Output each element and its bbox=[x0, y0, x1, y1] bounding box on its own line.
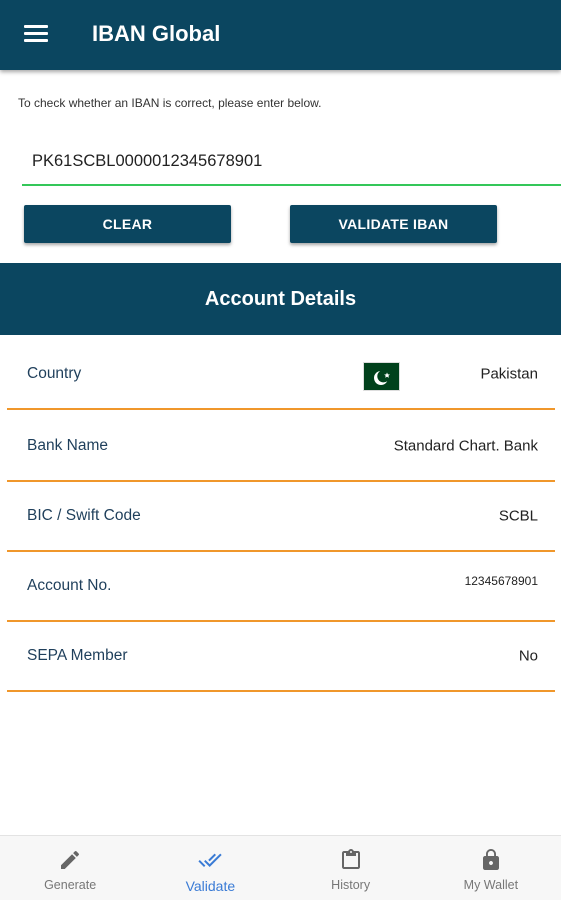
nav-label: My Wallet bbox=[463, 878, 519, 892]
pencil-icon bbox=[61, 850, 80, 869]
hamburger-menu-icon[interactable] bbox=[24, 25, 48, 43]
detail-label: Country bbox=[27, 365, 82, 382]
nav-label: Generate bbox=[44, 878, 97, 892]
detail-row-sepa-member: SEPA Member No bbox=[7, 622, 555, 692]
detail-value: 12345678901 bbox=[464, 574, 538, 588]
iban-input[interactable] bbox=[22, 138, 561, 186]
nav-label: History bbox=[331, 878, 371, 892]
instruction-text: To check whether an IBAN is correct, ple… bbox=[18, 96, 322, 110]
nav-item-validate[interactable]: Validate bbox=[140, 836, 280, 900]
clear-button[interactable]: CLEAR bbox=[24, 205, 231, 243]
validate-iban-button[interactable]: VALIDATE IBAN bbox=[290, 205, 497, 243]
nav-label: Validate bbox=[185, 878, 236, 894]
nav-item-generate[interactable]: Generate bbox=[0, 836, 140, 900]
pakistan-flag-icon bbox=[363, 362, 400, 391]
detail-row-bank-name: Bank Name Standard Chart. Bank bbox=[7, 412, 555, 482]
clipboard-icon bbox=[341, 849, 360, 869]
detail-label: BIC / Swift Code bbox=[27, 507, 141, 524]
detail-value: SCBL bbox=[498, 507, 538, 525]
nav-item-history[interactable]: History bbox=[281, 836, 421, 900]
detail-row-account-no: Account No. 12345678901 bbox=[7, 552, 555, 622]
detail-label: SEPA Member bbox=[27, 647, 128, 664]
account-details-header: Account Details bbox=[0, 263, 561, 335]
detail-value: No bbox=[518, 647, 538, 665]
detail-label: Account No. bbox=[27, 577, 112, 594]
double-check-icon bbox=[198, 853, 223, 867]
app-title: IBAN Global bbox=[92, 21, 221, 46]
nav-item-my-wallet[interactable]: My Wallet bbox=[421, 836, 561, 900]
app-bar: IBAN Global bbox=[0, 0, 561, 70]
lock-icon bbox=[482, 849, 499, 870]
detail-row-country: Country Pakistan bbox=[7, 340, 555, 410]
detail-row-bic-swift: BIC / Swift Code SCBL bbox=[7, 482, 555, 552]
detail-value: Pakistan bbox=[480, 365, 538, 383]
bottom-navigation: Generate Validate History My Wallet bbox=[0, 835, 561, 900]
detail-value: Standard Chart. Bank bbox=[393, 437, 538, 455]
detail-label: Bank Name bbox=[27, 437, 108, 454]
